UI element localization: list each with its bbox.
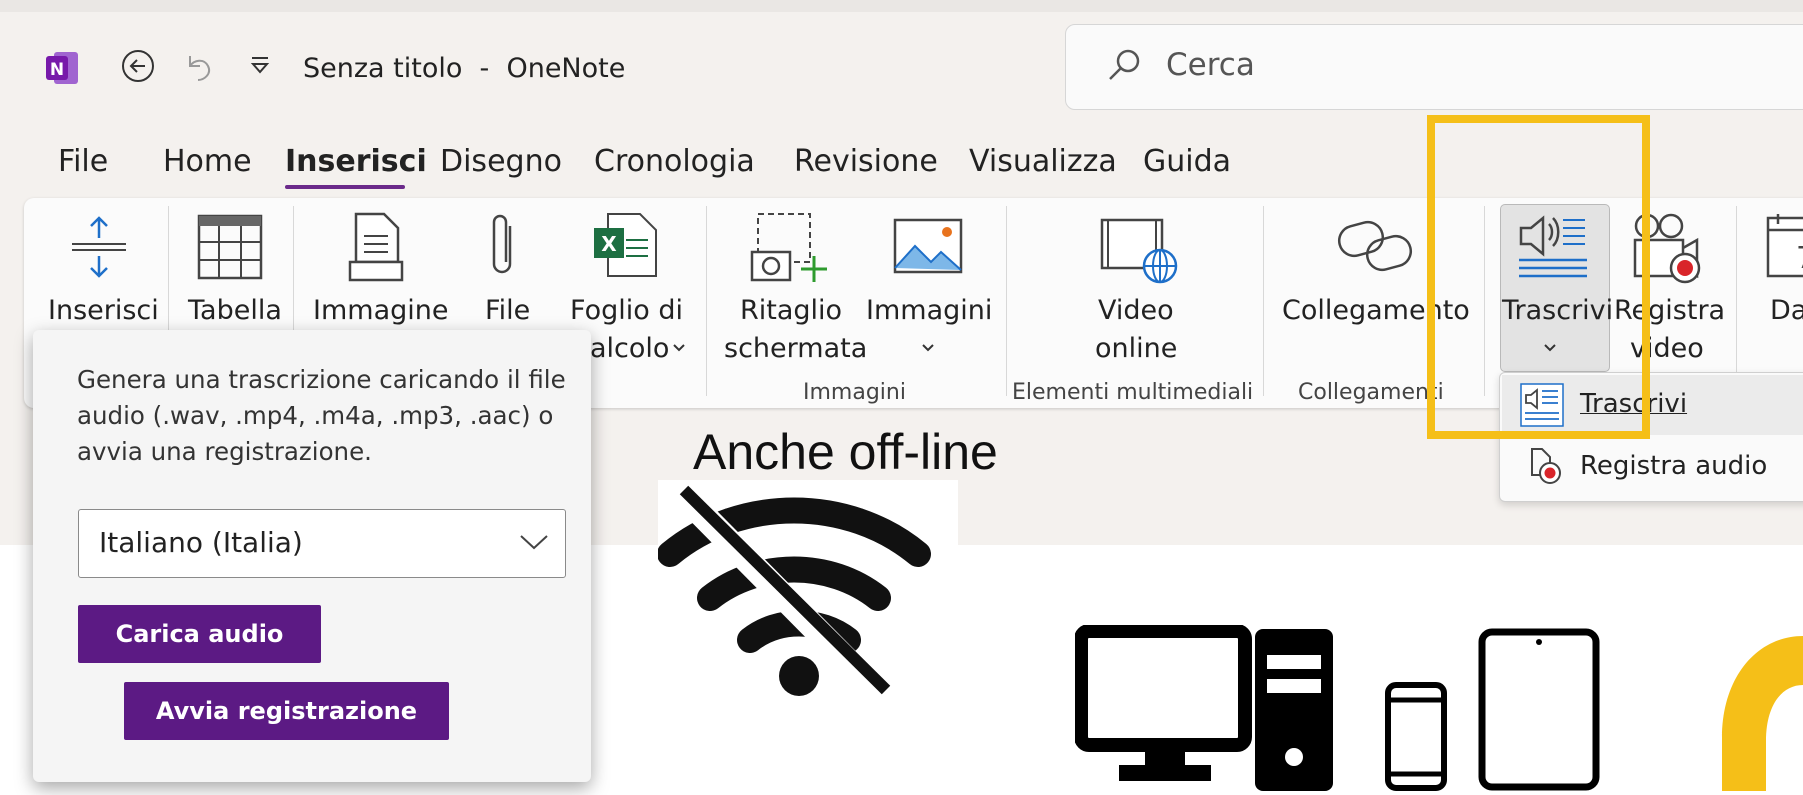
search-box[interactable]: Cerca [1065,24,1803,110]
yellow-shape-fragment [1718,628,1803,795]
file-button[interactable]: File [485,292,530,330]
spreadsheet-button-line2[interactable]: alcolo [590,330,669,368]
offline-label: Anche off-line [693,424,998,480]
back-icon[interactable] [120,48,156,84]
window-title: Senza titolo - OneNote [303,53,626,84]
active-tab-indicator [285,185,405,189]
group-label-collegamenti: Collegamenti [1298,380,1444,405]
online-video-line2[interactable]: online [1095,330,1177,368]
tab-visualizza[interactable]: Visualizza [969,144,1117,179]
tab-disegno[interactable]: Disegno [440,144,562,179]
start-recording-button[interactable]: Avvia registrazione [124,682,449,740]
svg-text:X: X [601,232,617,256]
online-video-line1[interactable]: Video [1098,292,1174,330]
chevron-down-icon [921,340,935,359]
online-video-icon [1100,218,1180,288]
spreadsheet-icon: X [592,212,658,282]
desktop-computer-icon [1074,624,1335,795]
tab-home[interactable]: Home [163,144,252,179]
link-icon [1335,216,1415,280]
table-button[interactable]: Tabella [188,292,282,330]
language-select-value: Italiano (Italia) [99,526,303,559]
table-icon [197,214,263,284]
insert-space-icon [66,214,132,284]
printout-icon [348,212,404,286]
tab-revisione[interactable]: Revisione [794,144,938,179]
chevron-down-icon [672,340,686,359]
tab-file[interactable]: File [58,144,108,179]
undo-icon[interactable] [180,48,216,84]
search-placeholder: Cerca [1166,47,1255,83]
tab-inserisci[interactable]: Inserisci [285,144,427,179]
ribbon-separator [1263,206,1264,396]
wifi-off-icon [657,480,958,724]
svg-text:N: N [50,60,64,80]
calendar-icon: 7 [1766,214,1803,284]
insert-space-button[interactable]: Inserisci [48,292,159,330]
smartphone-icon [1385,682,1447,795]
onenote-icon[interactable]: N [44,50,80,86]
pictures-icon [893,218,963,278]
paperclip-icon [488,212,520,286]
ribbon-separator [1736,206,1737,396]
window-top-strip [0,0,1803,12]
ribbon-separator [1006,206,1007,396]
screen-clipping-line1[interactable]: Ritaglio [740,292,842,330]
panel-description: Genera una trascrizione caricando il fil… [77,365,566,466]
upload-audio-button[interactable]: Carica audio [78,605,321,663]
search-icon [1104,45,1144,89]
highlight-frame [1427,115,1650,439]
chevron-down-icon [519,532,549,556]
spreadsheet-button-line1[interactable]: Foglio di [570,292,683,330]
tablet-icon [1478,628,1600,795]
screen-clipping-line2[interactable]: schermata [724,330,867,368]
date-button[interactable]: Da [1770,292,1803,330]
record-audio-icon [1528,445,1564,489]
dropdown-item-record-audio[interactable]: Registra audio [1580,451,1767,481]
svg-text:7: 7 [1796,241,1803,276]
pictures-button[interactable]: Immagini [866,292,992,330]
language-select[interactable]: Italiano (Italia) [78,509,566,578]
ribbon-separator [706,206,707,396]
customize-icon[interactable] [246,52,274,80]
tab-guida[interactable]: Guida [1143,144,1231,179]
transcribe-panel: Genera una trascrizione caricando il fil… [33,330,591,782]
tab-cronologia[interactable]: Cronologia [594,144,755,179]
screen-clipping-icon [750,212,830,288]
group-label-immagini: Immagini [803,380,906,405]
printout-button[interactable]: Immagine [313,292,448,330]
group-label-multimediali: Elementi multimediali [1012,380,1254,405]
